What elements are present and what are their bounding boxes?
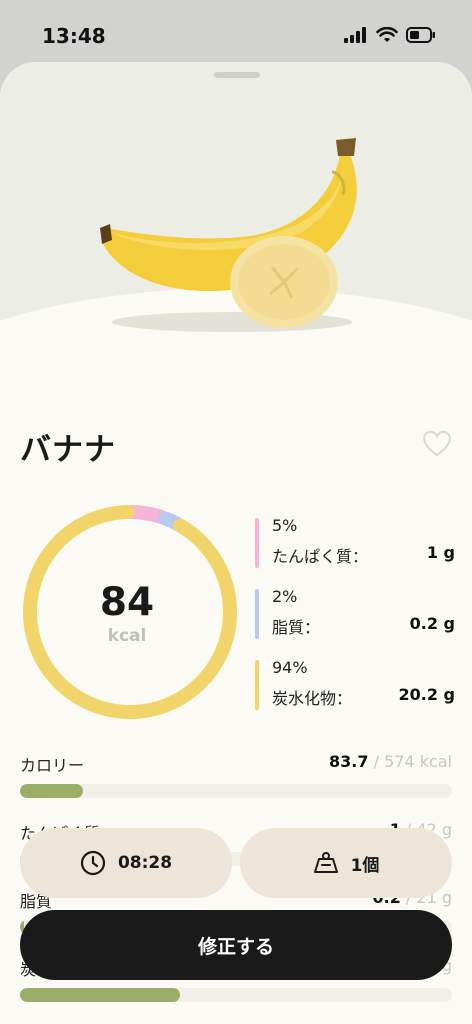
nutrition-progress-track	[20, 988, 452, 1002]
nutrition-progress-fill	[20, 784, 84, 798]
clock-icon	[80, 850, 106, 876]
ring-segment-protein	[125, 505, 169, 525]
quantity-label: 1個	[350, 855, 380, 876]
status-icons	[344, 27, 436, 43]
nutrition-row-value: 83.7 / 574 kcal	[329, 752, 452, 771]
macro-label: たんぱく質：	[272, 547, 369, 566]
wifi-icon	[376, 27, 398, 42]
time-button[interactable]: 08:28	[20, 828, 232, 898]
macro-percent: 2%	[272, 587, 298, 606]
macro-amount: 0.2 g	[409, 614, 455, 633]
status-bar: 13:48	[0, 0, 472, 66]
calorie-unit: kcal	[107, 626, 147, 646]
macro-label: 炭水化物：	[272, 689, 353, 708]
nutrition-target: 574 kcal	[384, 752, 452, 771]
signal-icon	[344, 27, 366, 43]
macro-fat: 2% 脂質： 0.2 g	[255, 587, 455, 643]
macro-label: 脂質：	[272, 618, 321, 637]
macro-carbs: 94% 炭水化物： 20.2 g	[255, 658, 455, 714]
nutrition-current: 83.7	[329, 752, 369, 771]
time-label: 08:28	[117, 853, 173, 873]
battery-icon	[406, 27, 435, 43]
nutrition-separator: /	[368, 752, 385, 771]
macro-percent: 5%	[272, 516, 298, 535]
quantity-button[interactable]: 1個	[240, 828, 452, 898]
scale-icon	[313, 852, 338, 873]
macro-amount: 20.2 g	[398, 685, 456, 704]
food-detail-sheet: バナナ 84 kcal 5% たんぱく質： 1 g 2% 脂質： 0.2 g 9…	[0, 62, 472, 1024]
heart-icon[interactable]	[420, 428, 454, 458]
nutrition-progress-fill	[20, 988, 180, 1002]
sheet-handle[interactable]	[214, 72, 260, 78]
food-name: バナナ	[20, 432, 116, 468]
banana-image	[100, 138, 357, 332]
nutrition-progress-track	[20, 784, 452, 798]
status-time: 13:48	[42, 24, 106, 48]
macro-protein: 5% たんぱく質： 1 g	[255, 516, 455, 572]
nutrition-row-label: カロリー	[20, 756, 85, 775]
calorie-value: 84	[99, 580, 155, 625]
macro-color-bar	[255, 518, 259, 568]
macro-amount: 1 g	[426, 543, 455, 562]
macro-color-bar	[255, 660, 259, 710]
macro-color-bar	[255, 589, 259, 639]
edit-button[interactable]: 修正する	[20, 910, 452, 980]
macro-percent: 94%	[272, 658, 308, 677]
